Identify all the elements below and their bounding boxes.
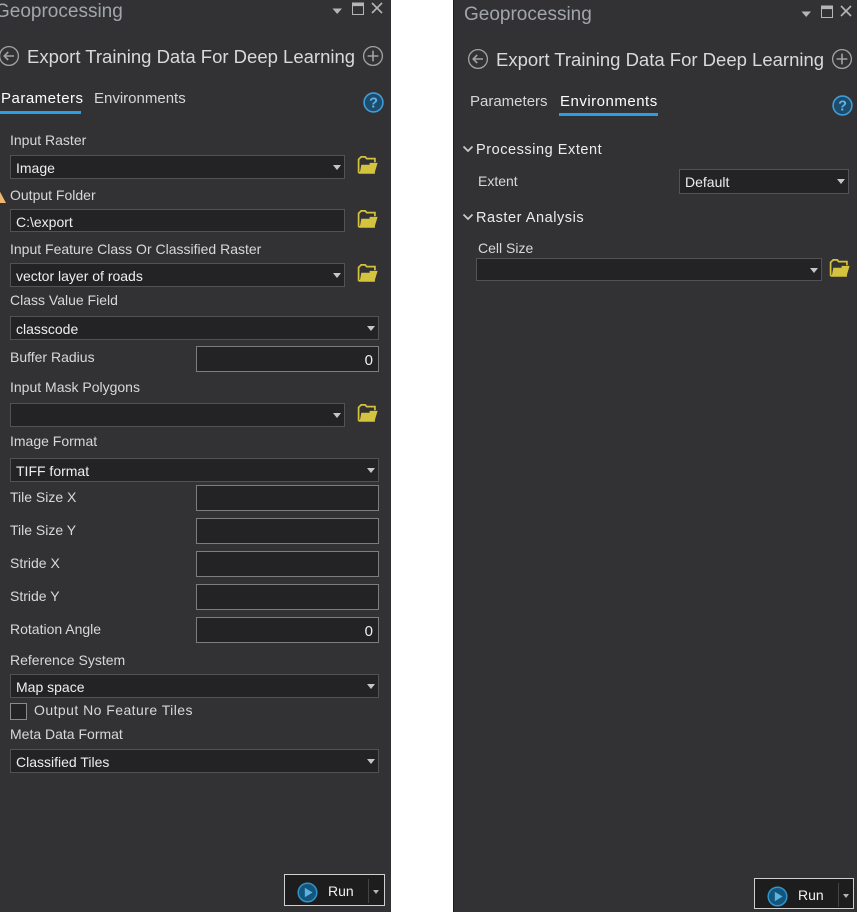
svg-text:?: ?: [369, 96, 378, 112]
svg-text:?: ?: [838, 99, 847, 115]
